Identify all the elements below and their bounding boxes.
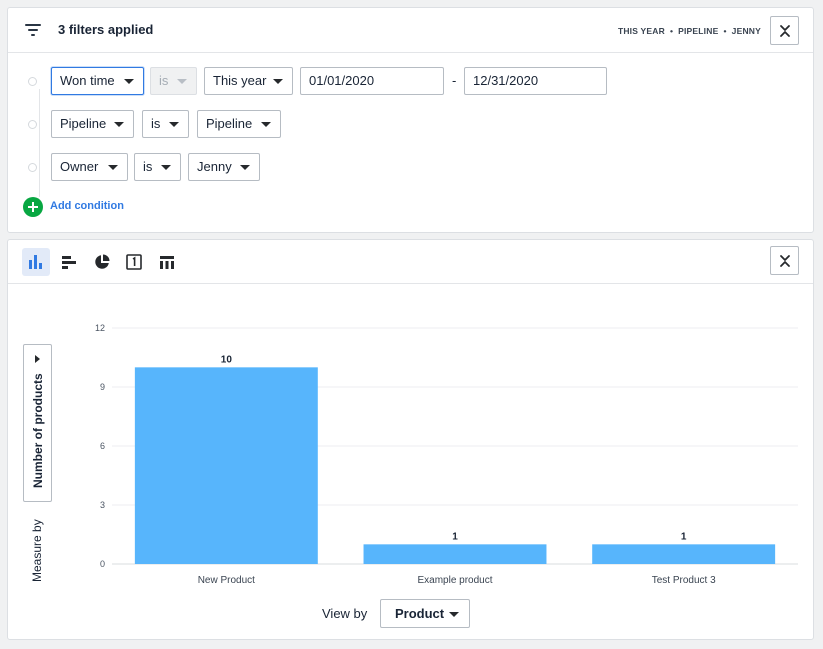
y-tick-label: 0 — [100, 559, 105, 569]
data-label: 1 — [452, 531, 458, 542]
collapse-icon — [780, 255, 790, 267]
y-tick-label: 3 — [100, 500, 105, 510]
view-by-value: Product — [395, 606, 445, 621]
condition-operator-select: is — [150, 67, 197, 95]
chevron-down-icon — [273, 79, 283, 84]
conditions-connector — [39, 89, 40, 197]
condition-field-select[interactable]: Pipeline — [51, 110, 134, 138]
view-by-label: View by — [322, 606, 368, 621]
y-tick-label: 9 — [100, 382, 105, 392]
chevron-down-icon — [261, 122, 271, 127]
date-range-separator: - — [452, 73, 457, 88]
filters-summary: THIS YEAR • PIPELINE • JENNY — [618, 26, 761, 36]
tab-table[interactable] — [153, 248, 181, 276]
condition-marker — [28, 163, 37, 172]
condition-field-select[interactable]: Owner — [51, 153, 128, 181]
chevron-down-icon — [449, 612, 459, 617]
bar-chart-icon — [29, 255, 42, 269]
condition-marker — [28, 77, 37, 86]
y-tick-label: 6 — [100, 441, 105, 451]
condition-value-select[interactable]: Pipeline — [197, 110, 281, 138]
condition-marker — [28, 120, 37, 129]
summary-owner: JENNY — [731, 26, 761, 36]
pie-chart-icon — [95, 254, 110, 269]
chart-panel: 0 3 6 9 12 10 New Product 1 Example product 1 Test… — [7, 239, 814, 640]
measure-by-label: Measure by — [30, 519, 44, 582]
condition-operator-value: is — [159, 73, 169, 88]
filters-title: 3 filters applied — [58, 22, 154, 37]
summary-separator: • — [723, 26, 727, 36]
tab-pie-chart[interactable] — [88, 248, 116, 276]
tab-scorecard[interactable] — [120, 248, 148, 276]
condition-field-select[interactable]: Won time — [51, 67, 144, 95]
caret-right-icon — [35, 355, 40, 363]
tab-horizontal-bar-chart[interactable] — [55, 248, 83, 276]
collapse-chart-button[interactable] — [770, 246, 799, 275]
condition-value-text: Pipeline — [206, 116, 253, 131]
condition-field-value: Pipeline — [60, 116, 107, 131]
date-to-input[interactable]: 12/31/2020 — [464, 67, 607, 95]
collapse-filters-button[interactable] — [770, 16, 799, 45]
condition-value-select[interactable]: Jenny — [188, 153, 260, 181]
condition-field-value: Won time — [60, 73, 115, 88]
table-icon — [160, 256, 174, 269]
condition-value-text: This year — [213, 73, 267, 88]
condition-value-text: Jenny — [197, 159, 232, 174]
y-tick-label: 12 — [95, 323, 105, 333]
chart-toolbar — [8, 240, 813, 284]
filters-panel: 3 filters applied THIS YEAR • PIPELINE • JEN… — [7, 7, 814, 233]
add-condition-label: Add condition — [50, 200, 124, 212]
summary-period: THIS YEAR — [617, 26, 665, 36]
condition-operator-select[interactable]: is — [134, 153, 181, 181]
plus-icon — [23, 197, 43, 217]
bar — [592, 544, 776, 564]
scorecard-icon — [126, 254, 142, 270]
data-label: 1 — [681, 531, 687, 542]
horizontal-bar-chart-icon — [62, 256, 76, 269]
summary-separator: • — [669, 26, 674, 36]
data-label: 10 — [221, 354, 233, 365]
collapse-icon — [780, 25, 790, 37]
x-tick-label: New Product — [198, 575, 255, 586]
view-by-select[interactable]: Product — [380, 599, 470, 628]
tab-bar-chart[interactable] — [22, 248, 50, 276]
date-from-input[interactable]: 01/01/2020 — [300, 67, 444, 95]
chevron-down-icon — [161, 165, 171, 170]
x-tick-label: Example product — [417, 575, 492, 586]
measure-value: Number of products — [31, 373, 45, 488]
summary-pipeline: PIPELINE — [678, 26, 719, 36]
condition-operator-select[interactable]: is — [142, 110, 189, 138]
bar — [134, 367, 318, 564]
x-tick-label: Test Product 3 — [652, 575, 716, 586]
measure-select[interactable]: Number of products — [23, 344, 52, 502]
condition-operator-value: is — [143, 159, 153, 174]
condition-operator-value: is — [151, 116, 161, 131]
chevron-down-icon — [114, 122, 124, 127]
filters-header: 3 filters applied THIS YEAR • PIPELINE • JEN… — [8, 8, 813, 53]
chevron-down-icon — [108, 165, 118, 170]
condition-value-select[interactable]: This year — [204, 67, 293, 95]
chevron-down-icon — [124, 79, 134, 84]
filter-icon[interactable] — [25, 23, 41, 37]
bar — [363, 544, 547, 564]
chevron-down-icon — [169, 122, 179, 127]
bar-chart: 0 3 6 9 12 10 New Product 1 Example product 1 Test… — [95, 323, 798, 586]
condition-field-value: Owner — [60, 159, 99, 174]
chevron-down-icon — [177, 79, 187, 84]
chevron-down-icon — [240, 165, 250, 170]
